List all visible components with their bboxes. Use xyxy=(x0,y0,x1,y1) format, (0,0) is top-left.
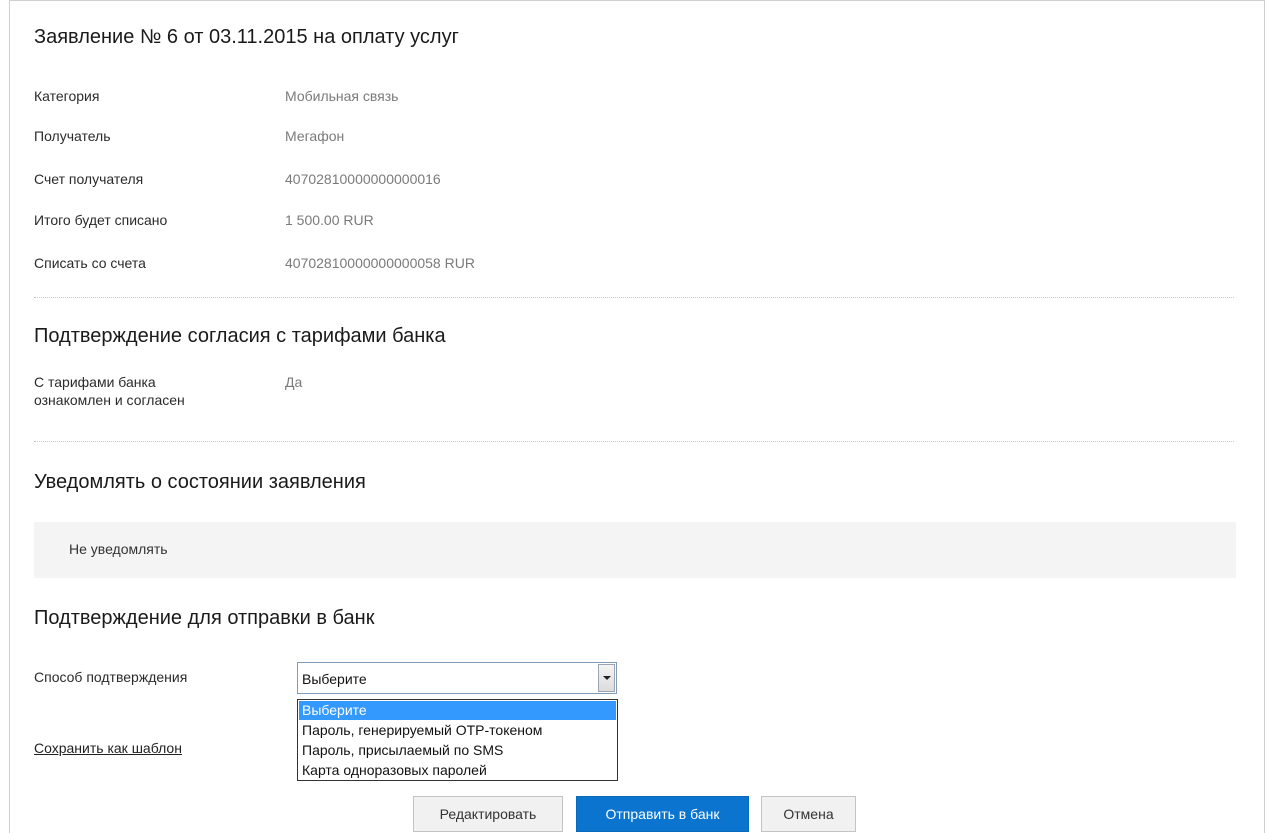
confirm-method-label: Способ подтверждения xyxy=(34,669,188,685)
notify-panel: Не уведомлять xyxy=(34,522,1236,578)
tariffs-section-title: Подтверждение согласия с тарифами банка xyxy=(34,325,446,347)
field-value-debit-account: 40702810000000000058 RUR xyxy=(285,255,475,271)
content-frame xyxy=(9,0,1265,833)
dropdown-option[interactable]: Пароль, присылаемый по SMS xyxy=(299,741,616,760)
dropdown-option[interactable]: Выберите xyxy=(299,701,616,720)
save-as-template-link[interactable]: Сохранить как шаблон xyxy=(34,740,182,756)
field-label-category: Категория xyxy=(34,88,100,104)
edit-button[interactable]: Редактировать xyxy=(413,796,563,832)
section-divider xyxy=(34,441,1234,442)
tariffs-value: Да xyxy=(285,374,303,390)
notify-value: Не уведомлять xyxy=(69,541,168,557)
field-label-total: Итого будет списано xyxy=(34,212,168,228)
confirm-section-title: Подтверждение для отправки в банк xyxy=(34,607,375,629)
field-value-recipient: Мегафон xyxy=(285,128,345,144)
field-value-category: Мобильная связь xyxy=(285,88,399,104)
chevron-down-icon[interactable] xyxy=(598,664,615,692)
application-title: Заявление № 6 от 03.11.2015 на оплату ус… xyxy=(34,26,459,48)
field-value-total: 1 500.00 RUR xyxy=(285,212,374,228)
field-label-recipient: Получатель xyxy=(34,128,111,144)
notify-section-title: Уведомлять о состоянии заявления xyxy=(34,471,366,493)
field-value-recipient-account: 40702810000000000016 xyxy=(285,171,441,187)
confirm-method-dropdown: Выберите Пароль, генерируемый OTP-токено… xyxy=(297,699,618,781)
confirm-method-select[interactable]: Выберите xyxy=(297,662,617,694)
tariffs-label: С тарифами банка ознакомлен и согласен xyxy=(34,373,185,409)
field-label-recipient-account: Счет получателя xyxy=(34,171,144,187)
send-to-bank-button[interactable]: Отправить в банк xyxy=(576,796,749,832)
confirm-method-selected-value: Выберите xyxy=(302,671,367,687)
dropdown-option[interactable]: Пароль, генерируемый OTP-токеном xyxy=(299,721,616,740)
dropdown-option[interactable]: Карта одноразовых паролей xyxy=(299,761,616,780)
tariffs-label-line1: С тарифами банка xyxy=(34,374,156,390)
field-label-debit-account: Списать со счета xyxy=(34,255,146,271)
section-divider xyxy=(34,297,1234,298)
tariffs-label-line2: ознакомлен и согласен xyxy=(34,392,185,408)
cancel-button[interactable]: Отмена xyxy=(761,796,856,832)
